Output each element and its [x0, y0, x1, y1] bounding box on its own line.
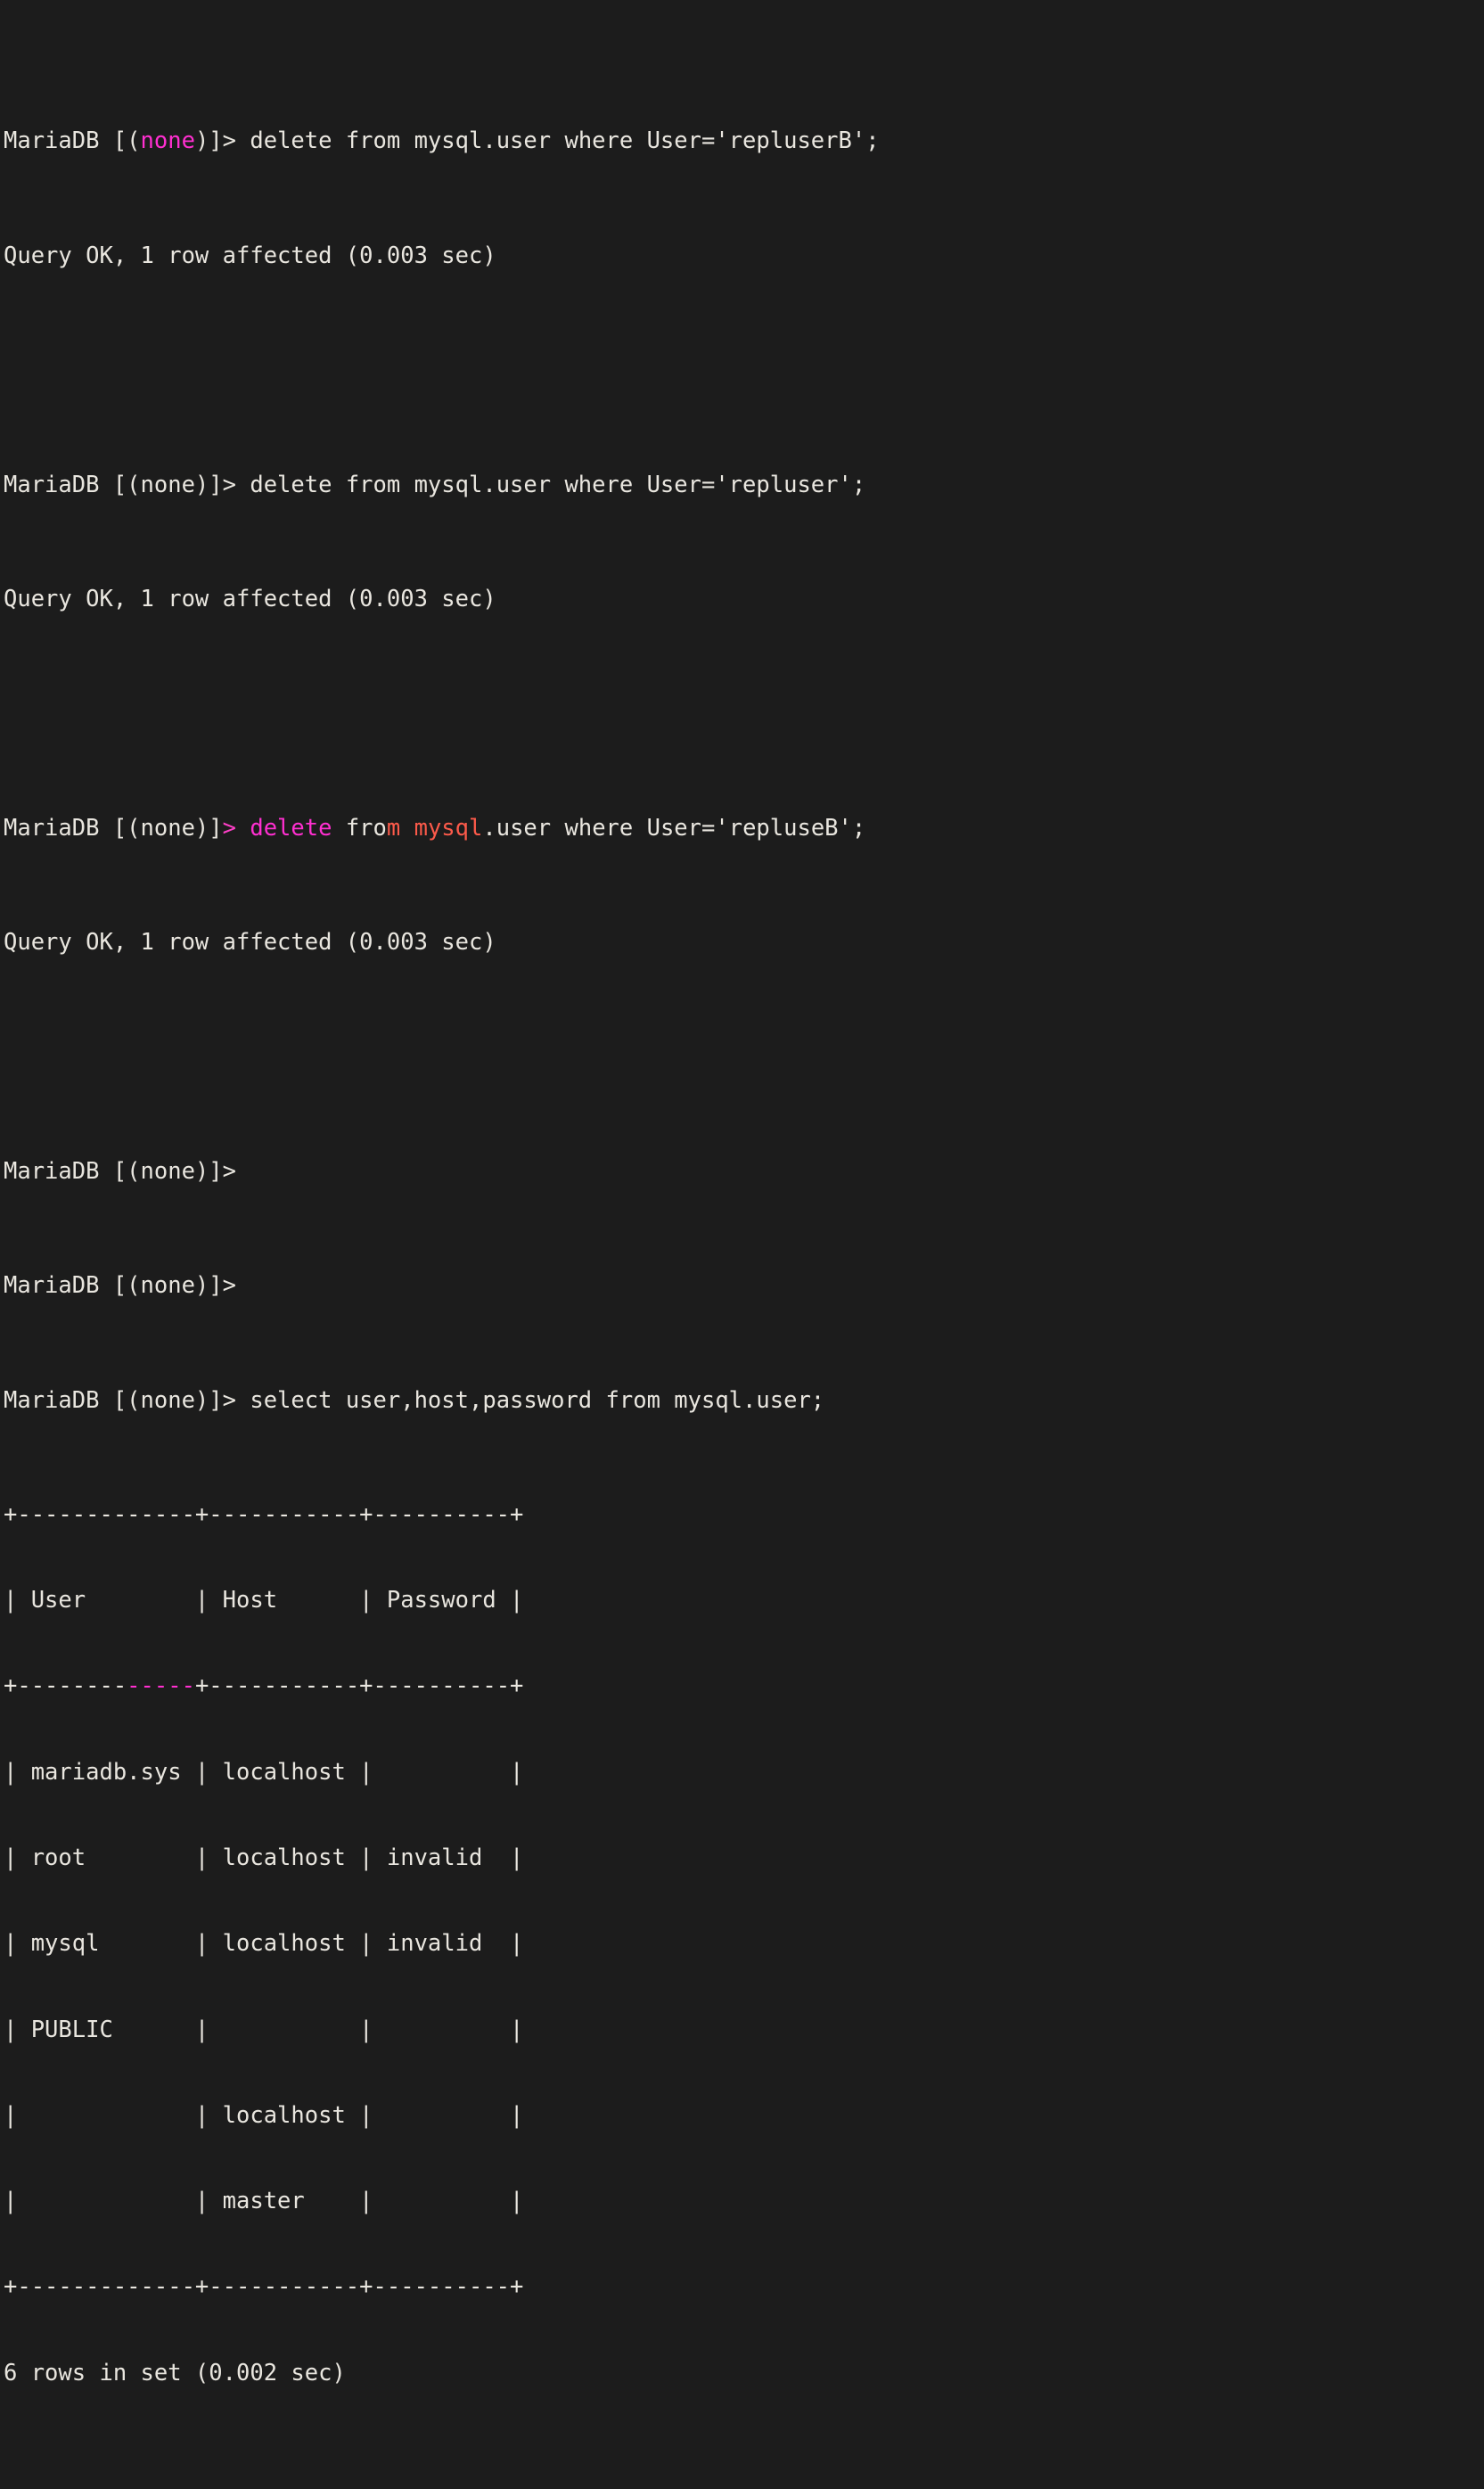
table-row: | mysql | localhost | invalid |	[4, 1929, 1484, 1958]
command-text-rest: .user where User='repluseB';	[482, 815, 865, 842]
terminal-line-prompt: MariaDB [(none)]> delete from mysql.user…	[4, 127, 1484, 155]
prompt-gt-symbol: >	[223, 815, 236, 842]
table-separator-top: +-------------+-----------+----------+	[4, 1500, 1484, 1529]
prompt-db-name: none	[141, 127, 195, 154]
terminal-line-output: Query OK, 1 row affected (0.003 sec)	[4, 242, 1484, 270]
terminal-blank-line	[4, 1042, 1484, 1071]
command-text: select user,host,password from mysql.use…	[236, 1387, 824, 1414]
terminal-line-prompt: MariaDB [(none)]>	[4, 1157, 1484, 1186]
terminal-line-prompt: MariaDB [(none)]> delete from mysql.user…	[4, 471, 1484, 499]
command-text: delete from mysql.user where User='replu…	[236, 127, 880, 154]
table-rowcount: 6 rows in set (0.002 sec)	[4, 2359, 1484, 2387]
separator-part-c: +-----------+----------+	[195, 1672, 523, 1699]
terminal-blank-line	[4, 699, 1484, 727]
table-row: | | master | |	[4, 2187, 1484, 2215]
prompt-suffix: )]>	[195, 127, 236, 154]
sql-keyword-delete: delete	[236, 815, 332, 842]
sql-keyword-from-tail: m	[387, 815, 400, 842]
terminal-line-output: Query OK, 1 row affected (0.003 sec)	[4, 928, 1484, 957]
table-row: | mariadb.sys | localhost | |	[4, 1758, 1484, 1787]
prompt-text: MariaDB [(none)]>	[4, 472, 236, 498]
terminal-blank-line	[4, 356, 1484, 384]
table-separator-bottom: +-------------+-----------+----------+	[4, 2272, 1484, 2301]
terminal-blank-line	[4, 2473, 1484, 2489]
terminal-line-output: Query OK, 1 row affected (0.003 sec)	[4, 585, 1484, 613]
prompt-text: MariaDB [(none)]>	[4, 1387, 236, 1414]
terminal-line-prompt: MariaDB [(none)]> select user,host,passw…	[4, 1386, 1484, 1415]
terminal-screen[interactable]: MariaDB [(none)]> delete from mysql.user…	[0, 0, 1484, 1244]
table-row: | | localhost | |	[4, 2101, 1484, 2130]
separator-part-a: +--------	[4, 1672, 127, 1699]
table-separator-header: +-------------+-----------+----------+	[4, 1672, 1484, 1700]
table-header-row: | User | Host | Password |	[4, 1586, 1484, 1614]
prompt-prefix: MariaDB [(none)]	[4, 815, 223, 842]
separator-part-highlighted: -----	[127, 1672, 195, 1699]
command-text: delete from mysql.user where User='replu…	[236, 472, 865, 498]
terminal-line-prompt-highlighted: MariaDB [(none)]> delete from mysql.user…	[4, 814, 1484, 842]
table-row: | root | localhost | invalid |	[4, 1844, 1484, 1872]
sql-schema-mysql: mysql	[400, 815, 482, 842]
terminal-line-prompt: MariaDB [(none)]>	[4, 1271, 1484, 1300]
prompt-prefix: MariaDB [(	[4, 127, 141, 154]
sql-keyword-from-partial: fro	[332, 815, 386, 842]
table-row: | PUBLIC | | |	[4, 2016, 1484, 2044]
